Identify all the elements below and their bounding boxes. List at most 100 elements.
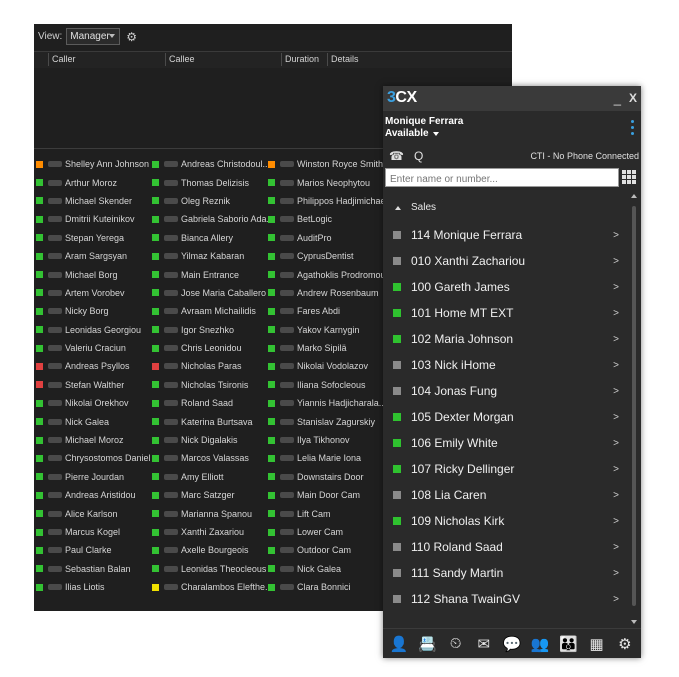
extension-item[interactable]: Marcus Kogel: [36, 523, 152, 541]
column-duration[interactable]: Duration: [281, 53, 319, 66]
chevron-right-icon[interactable]: >: [613, 282, 619, 293]
extension-item[interactable]: Dmitrii Kuteinikov: [36, 210, 152, 228]
extension-item[interactable]: Yakov Karnygin: [268, 321, 384, 339]
contact-item[interactable]: 110 Roland Saad >: [383, 534, 629, 560]
contact-item[interactable]: 103 Nick iHome >: [383, 352, 629, 378]
extension-item[interactable]: Chris Leonidou: [152, 339, 268, 357]
extension-item[interactable]: Marianna Spanou: [152, 504, 268, 522]
extension-item[interactable]: Michael Borg: [36, 265, 152, 283]
scroll-thumb[interactable]: [632, 206, 636, 606]
extension-item[interactable]: Lift Cam: [268, 504, 384, 522]
extension-item[interactable]: Ilias Liotis: [36, 578, 152, 596]
extension-item[interactable]: Iliana Sofocleous: [268, 376, 384, 394]
column-callee[interactable]: Callee: [165, 53, 195, 66]
extension-item[interactable]: Bianca Allery: [152, 229, 268, 247]
extension-item[interactable]: Main Entrance: [152, 265, 268, 283]
contact-item[interactable]: 100 Gareth James >: [383, 274, 629, 300]
extension-item[interactable]: Nikolai Vodolazov: [268, 357, 384, 375]
extension-item[interactable]: Leonidas Georgiou: [36, 321, 152, 339]
extension-item[interactable]: CyprusDentist: [268, 247, 384, 265]
chevron-right-icon[interactable]: >: [613, 568, 619, 579]
contact-item[interactable]: 109 Nicholas Kirk >: [383, 508, 629, 534]
scroll-down-icon[interactable]: [631, 620, 637, 624]
chevron-right-icon[interactable]: >: [613, 256, 619, 267]
settings-icon[interactable]: ⚙: [613, 635, 637, 653]
view-select[interactable]: Manager: [66, 28, 121, 45]
extension-item[interactable]: Artem Vorobev: [36, 284, 152, 302]
extension-item[interactable]: Yiannis Hadjicharala...: [268, 394, 384, 412]
chevron-right-icon[interactable]: >: [613, 464, 619, 475]
contact-item[interactable]: 112 Shana TwainGV >: [383, 586, 629, 612]
extension-item[interactable]: Thomas Delizisis: [152, 173, 268, 191]
extension-item[interactable]: Marcos Valassas: [152, 449, 268, 467]
contact-item[interactable]: 108 Lia Caren >: [383, 482, 629, 508]
chevron-right-icon[interactable]: >: [613, 490, 619, 501]
extension-item[interactable]: Downstairs Door: [268, 468, 384, 486]
extension-item[interactable]: Charalambos Elefthe...: [152, 578, 268, 596]
extension-item[interactable]: Amy Elliott: [152, 468, 268, 486]
extension-item[interactable]: Marc Satzger: [152, 486, 268, 504]
extension-item[interactable]: Axelle Bourgeois: [152, 541, 268, 559]
minimize-button[interactable]: _: [614, 91, 621, 106]
contact-item[interactable]: 010 Xanthi Zachariou >: [383, 248, 629, 274]
extension-item[interactable]: Pierre Jourdan: [36, 468, 152, 486]
chevron-right-icon[interactable]: >: [613, 412, 619, 423]
contact-item[interactable]: 104 Jonas Fung >: [383, 378, 629, 404]
extension-item[interactable]: Yilmaz Kabaran: [152, 247, 268, 265]
extension-item[interactable]: Shelley Ann Johnson: [36, 155, 152, 173]
extension-item[interactable]: Andrew Rosenbaum: [268, 284, 384, 302]
extension-item[interactable]: Paul Clarke: [36, 541, 152, 559]
chevron-right-icon[interactable]: >: [613, 334, 619, 345]
extension-item[interactable]: Nick Digalakis: [152, 431, 268, 449]
search-input[interactable]: [386, 171, 618, 188]
extension-item[interactable]: Nicholas Tsironis: [152, 376, 268, 394]
contact-item[interactable]: 114 Monique Ferrara >: [383, 222, 629, 248]
extension-item[interactable]: Chrysostomos Daniel: [36, 449, 152, 467]
close-button[interactable]: X: [629, 91, 637, 105]
extension-item[interactable]: Andreas Christodoul...: [152, 155, 268, 173]
chevron-right-icon[interactable]: >: [613, 360, 619, 371]
extension-item[interactable]: Leonidas Theocleous: [152, 560, 268, 578]
extension-item[interactable]: Main Door Cam: [268, 486, 384, 504]
extension-item[interactable]: Nicky Borg: [36, 302, 152, 320]
phone-icon[interactable]: ☎: [389, 149, 404, 163]
extension-item[interactable]: Philippos Hadjimichael: [268, 192, 384, 210]
extension-item[interactable]: AuditPro: [268, 229, 384, 247]
column-details[interactable]: Details: [327, 53, 359, 66]
extension-item[interactable]: Agathoklis Prodromou: [268, 265, 384, 283]
extension-item[interactable]: Stefan Walther: [36, 376, 152, 394]
extension-item[interactable]: Katerina Burtsava: [152, 412, 268, 430]
contact-item[interactable]: 106 Emily White >: [383, 430, 629, 456]
extension-item[interactable]: Gabriela Saborio Ada...: [152, 210, 268, 228]
scrollbar[interactable]: [631, 194, 637, 624]
extension-item[interactable]: Clara Bonnici: [268, 578, 384, 596]
chevron-right-icon[interactable]: >: [613, 230, 619, 241]
extension-item[interactable]: Sebastian Balan: [36, 560, 152, 578]
extension-item[interactable]: Lower Cam: [268, 523, 384, 541]
contact-item[interactable]: 111 Sandy Martin >: [383, 560, 629, 586]
contact-item[interactable]: 113 Kurt Saipre>: [383, 612, 629, 617]
chevron-right-icon[interactable]: >: [613, 308, 619, 319]
group-header-sales[interactable]: Sales: [395, 202, 436, 213]
extension-item[interactable]: Nicholas Paras: [152, 357, 268, 375]
contacts-book-icon[interactable]: 📇: [415, 635, 439, 653]
extension-item[interactable]: Nick Galea: [268, 560, 384, 578]
extension-item[interactable]: Nick Galea: [36, 412, 152, 430]
chevron-right-icon[interactable]: >: [613, 438, 619, 449]
extension-item[interactable]: Winston Royce Smith: [268, 155, 384, 173]
search-icon[interactable]: Q: [414, 149, 423, 163]
chevron-right-icon[interactable]: >: [613, 516, 619, 527]
extension-item[interactable]: Michael Skender: [36, 192, 152, 210]
column-caller[interactable]: Caller: [48, 53, 76, 66]
status-selector[interactable]: Available: [385, 128, 641, 139]
dialpad-icon[interactable]: [622, 170, 636, 184]
extension-item[interactable]: Andreas Aristidou: [36, 486, 152, 504]
extension-item[interactable]: Stanislav Zagurskiy: [268, 412, 384, 430]
contact-item[interactable]: 101 Home MT EXT >: [383, 300, 629, 326]
extension-item[interactable]: Avraam Michailidis: [152, 302, 268, 320]
more-options-icon[interactable]: [631, 120, 635, 138]
status-profile-icon[interactable]: 👤: [387, 635, 411, 653]
extension-item[interactable]: Oleg Reznik: [152, 192, 268, 210]
extension-item[interactable]: Aram Sargsyan: [36, 247, 152, 265]
extension-item[interactable]: Michael Moroz: [36, 431, 152, 449]
